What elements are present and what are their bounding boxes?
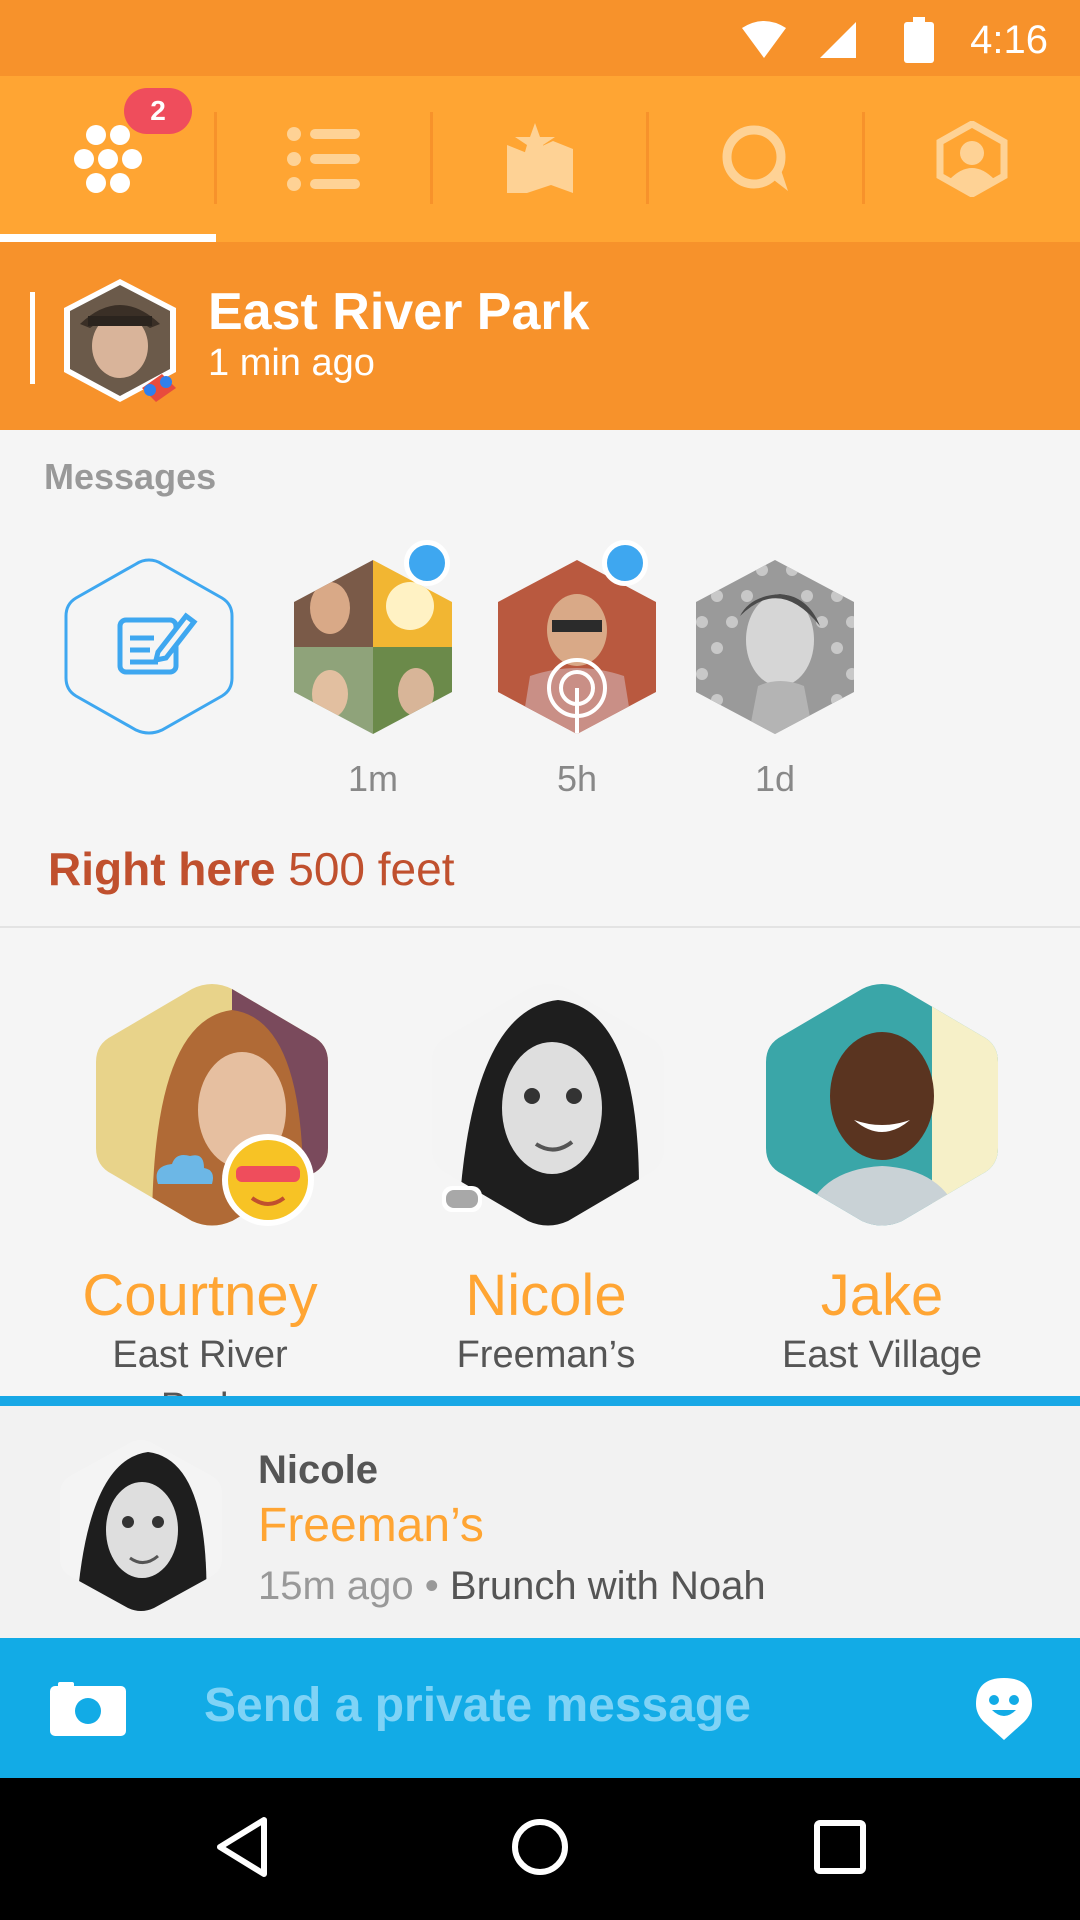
person-location: Freeman’s: [456, 1334, 636, 1376]
current-checkin[interactable]: East River Park 1 min ago: [0, 242, 1080, 430]
proximity-distance: 500 feet: [288, 843, 455, 895]
private-message-input[interactable]: Send a private message: [204, 1678, 904, 1733]
checkin-place: East River Park: [208, 283, 590, 341]
card-meta: 15m ago • Brunch with Noah: [258, 1564, 766, 1609]
proximity-title: Right here: [48, 843, 276, 895]
user-avatar: [60, 1440, 222, 1611]
signal-icon: [820, 22, 856, 58]
tab-bar: 2: [0, 76, 1080, 242]
tab-hive[interactable]: 2: [0, 76, 216, 242]
card-time: 15m ago: [258, 1564, 414, 1608]
person-avatar[interactable]: [762, 980, 1002, 1230]
back-icon[interactable]: [214, 1814, 270, 1880]
chat-icon: [722, 125, 788, 191]
tab-map[interactable]: [432, 76, 648, 242]
profile-icon: [936, 121, 1008, 197]
sticker-icon[interactable]: [976, 1678, 1032, 1740]
person-location: East River: [112, 1334, 288, 1376]
compose-message-button[interactable]: [62, 556, 236, 738]
person-name[interactable]: Jake: [732, 1262, 1032, 1329]
battery-icon: [904, 17, 934, 63]
person-name[interactable]: Nicole: [396, 1262, 696, 1329]
checkin-marker: [30, 292, 35, 384]
message-thread[interactable]: [688, 556, 862, 738]
card-venue[interactable]: Freeman’s: [258, 1498, 484, 1553]
user-avatar: [498, 560, 656, 734]
messages-heading: Messages: [44, 456, 217, 497]
user-avatar: [696, 560, 854, 734]
unread-indicator: [404, 540, 450, 586]
clock: 4:16: [970, 18, 1048, 62]
unread-indicator: [602, 540, 648, 586]
message-thread[interactable]: [490, 540, 664, 738]
person-location: East Village: [782, 1334, 982, 1376]
user-avatar: [64, 279, 176, 402]
tab-chat[interactable]: [648, 76, 864, 242]
system-navigation-bar: [0, 1778, 1080, 1920]
message-time: 1m: [347, 758, 398, 799]
card-note: Brunch with Noah: [449, 1564, 766, 1608]
recents-icon[interactable]: [812, 1814, 868, 1880]
message-time: 5h: [556, 758, 598, 799]
section-divider: [0, 926, 1080, 928]
home-icon[interactable]: [510, 1814, 570, 1880]
checkin-card[interactable]: Nicole Freeman’s 15m ago • Brunch with N…: [0, 1406, 1080, 1638]
message-thread[interactable]: [286, 540, 460, 738]
list-icon: [287, 127, 360, 191]
proximity-label: Right here 500 feet: [48, 842, 455, 896]
tab-list[interactable]: [216, 76, 432, 242]
active-tab-indicator: [0, 234, 216, 242]
card-separator: •: [413, 1564, 450, 1608]
camera-icon[interactable]: [50, 1682, 126, 1736]
message-composer: Send a private message: [0, 1638, 1080, 1778]
message-time: 1d: [754, 758, 796, 799]
person-name[interactable]: Courtney: [50, 1262, 350, 1329]
tab-profile[interactable]: [864, 76, 1080, 242]
notification-badge: 2: [124, 88, 192, 134]
card-accent-line: [0, 1396, 1080, 1406]
person-avatar[interactable]: [428, 980, 668, 1230]
checkin-time: 1 min ago: [208, 342, 375, 384]
status-bar: 4:16: [0, 0, 1080, 76]
compose-icon: [64, 558, 234, 735]
person-avatar[interactable]: [92, 980, 332, 1230]
card-user-name: Nicole: [258, 1448, 379, 1492]
map-icon: [507, 123, 573, 193]
wifi-icon: [742, 21, 786, 58]
